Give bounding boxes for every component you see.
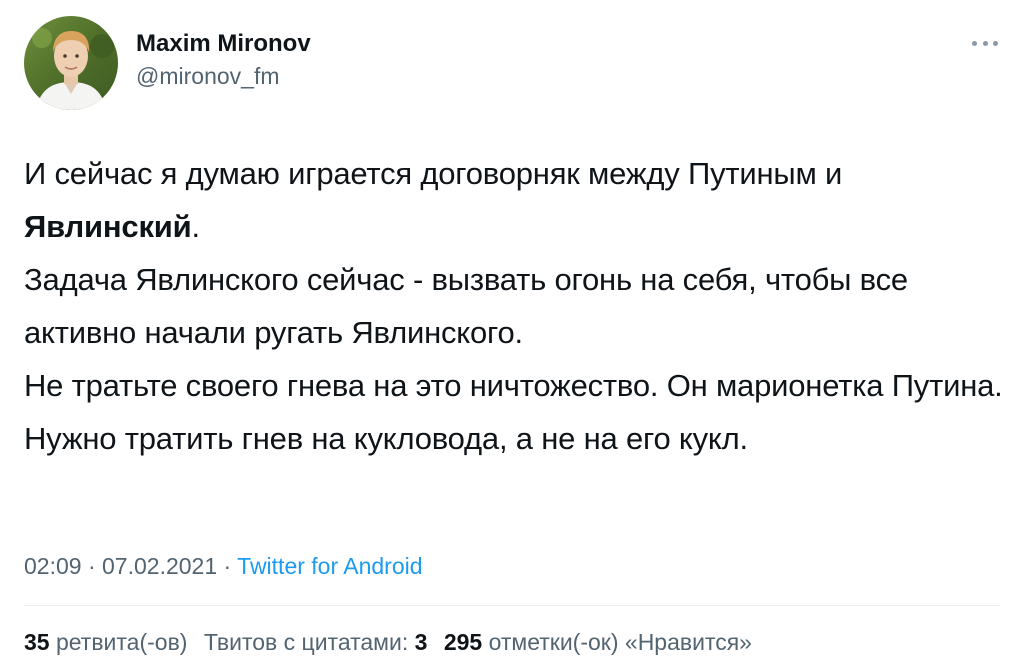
author-handle[interactable]: @mironov_fm [136,62,311,90]
quotes-label: Твитов с цитатами: [203,629,409,655]
dot [972,40,977,46]
tweet-bold-suffix: . [191,209,200,244]
meta-separator: · [217,553,238,579]
quotes-count: 3 [414,629,428,655]
retweets-stat[interactable]: 35 ретвита(-ов) [24,629,187,655]
likes-label: отметки(-ок) «Нравится» [488,629,752,655]
tweet-time[interactable]: 02:09 [24,553,82,579]
author-info: Maxim Mironov @mironov_fm [136,30,311,90]
meta-separator: · [81,553,103,579]
tweet-source-link[interactable]: Twitter for Android [237,553,422,579]
retweets-count: 35 [24,629,50,655]
tweet-card: Maxim Mironov @mironov_fm И сейчас я дум… [0,0,1024,668]
tweet-paragraph-1: И сейчас я думаю играется договорняк меж… [24,147,1004,253]
tweet-meta: 02:09 · 07.02.2021 · Twitter for Android [24,548,423,584]
likes-count: 295 [443,629,483,655]
tweet-paragraph-2: Задача Явлинского сейчас - вызвать огонь… [24,262,908,350]
avatar-photo [24,16,118,110]
divider [24,605,1000,606]
tweet-stats: 35 ретвита(-ов) Твитов с цитатами: 3 295… [24,624,752,660]
tweet-date[interactable]: 07.02.2021 [102,553,217,579]
likes-stat[interactable]: 295 отметки(-ок) «Нравится» [444,629,752,655]
author-name[interactable]: Maxim Mironov [136,30,311,58]
tweet-line-1: И сейчас я думаю играется договорняк меж… [24,156,843,191]
retweets-label: ретвита(-ов) [55,629,188,655]
tweet-bold-name: Явлинский [24,209,192,244]
dot [982,40,988,46]
quotes-stat[interactable]: Твитов с цитатами: 3 [204,629,428,655]
tweet-paragraph-3: Не тратьте своего гнева на это ничтожест… [24,368,1003,456]
more-dots-icon[interactable] [972,36,998,50]
avatar[interactable] [24,16,118,110]
dot [993,40,998,46]
tweet-text: И сейчас я думаю играется договорняк меж… [24,147,1004,465]
